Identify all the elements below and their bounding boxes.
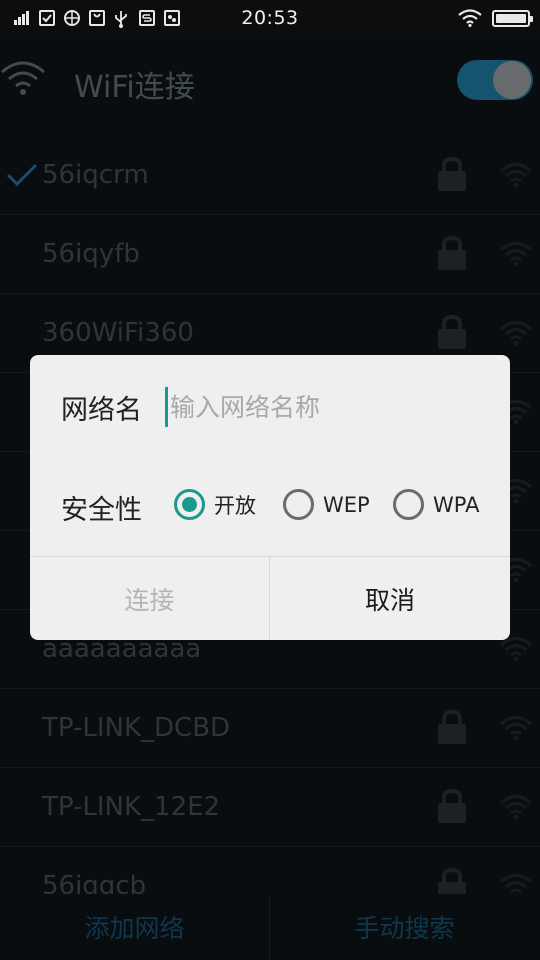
cancel-button[interactable]: 取消 <box>270 557 510 640</box>
network-name-label: 网络名 <box>61 395 142 426</box>
status-bar: 20:53 <box>0 0 540 36</box>
radio-open-label: 开放 <box>214 493 256 518</box>
radio-open[interactable] <box>174 489 205 520</box>
security-option-wep[interactable]: WEP <box>283 489 370 520</box>
security-option-open[interactable]: 开放 <box>174 489 256 520</box>
battery-icon <box>492 9 533 27</box>
security-option-wpa[interactable]: WPA <box>393 489 479 520</box>
radio-wep[interactable] <box>283 489 314 520</box>
wifi-status-icon <box>458 9 482 27</box>
radio-wep-label: WEP <box>323 492 370 517</box>
status-system-icons <box>458 9 533 27</box>
radio-wpa[interactable] <box>393 489 424 520</box>
security-label: 安全性 <box>61 495 142 526</box>
radio-wpa-label: WPA <box>433 492 480 517</box>
network-name-input[interactable] <box>165 387 485 427</box>
connect-button[interactable]: 连接 <box>30 557 269 640</box>
add-network-dialog: 网络名 安全性 开放 WEP WPA 连接 取消 <box>30 355 510 640</box>
